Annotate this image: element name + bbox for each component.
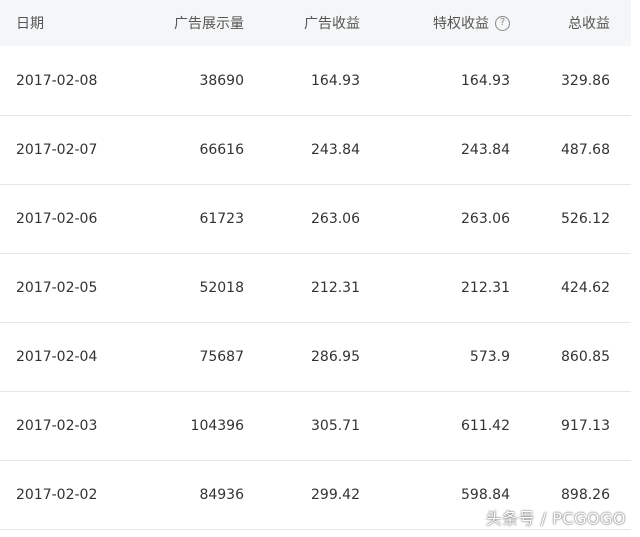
- cell-privilege-revenue: 611.42: [461, 418, 510, 434]
- cell-ad-revenue: 212.31: [311, 280, 360, 296]
- cell-ad-revenue: 243.84: [311, 142, 360, 158]
- table-row: 2017-02-03 104396 305.71 611.42 917.13: [0, 392, 631, 461]
- cell-ad-revenue: 305.71: [311, 418, 360, 434]
- cell-date: 2017-02-07: [16, 142, 98, 158]
- header-date[interactable]: 日期: [16, 0, 44, 46]
- cell-total-revenue: 329.86: [561, 73, 610, 89]
- question-circle-icon[interactable]: ?: [495, 15, 510, 31]
- header-total-revenue[interactable]: 总收益: [568, 0, 610, 46]
- revenue-table: 日期 广告展示量 广告收益 特权收益 ? 总收益 2017-02-08 3869…: [0, 0, 640, 537]
- cell-impressions: 66616: [199, 142, 244, 158]
- cell-total-revenue: 860.85: [561, 349, 610, 365]
- cell-impressions: 38690: [199, 73, 244, 89]
- cell-impressions: 75687: [199, 349, 244, 365]
- header-ad-revenue[interactable]: 广告收益: [304, 0, 360, 46]
- cell-total-revenue: 424.62: [561, 280, 610, 296]
- cell-privilege-revenue: 263.06: [461, 211, 510, 227]
- cell-date: 2017-02-06: [16, 211, 98, 227]
- table-row: 2017-02-08 38690 164.93 164.93 329.86: [0, 47, 631, 116]
- cell-ad-revenue: 164.93: [311, 73, 360, 89]
- cell-date: 2017-02-04: [16, 349, 98, 365]
- cell-ad-revenue: 263.06: [311, 211, 360, 227]
- watermark: 头条号 / PCGOGO: [485, 509, 626, 528]
- table-row: 2017-02-04 75687 286.95 573.9 860.85: [0, 323, 631, 392]
- table-row: 2017-02-05 52018 212.31 212.31 424.62: [0, 254, 631, 323]
- cell-date: 2017-02-08: [16, 73, 98, 89]
- cell-impressions: 61723: [199, 211, 244, 227]
- table-header: 日期 广告展示量 广告收益 特权收益 ? 总收益: [0, 0, 631, 46]
- cell-date: 2017-02-03: [16, 418, 98, 434]
- cell-ad-revenue: 299.42: [311, 487, 360, 503]
- cell-privilege-revenue: 212.31: [461, 280, 510, 296]
- header-privilege-revenue-label[interactable]: 特权收益: [433, 13, 489, 33]
- cell-privilege-revenue: 573.9: [469, 349, 510, 365]
- table-row: 2017-02-07 66616 243.84 243.84 487.68: [0, 116, 631, 185]
- cell-privilege-revenue: 164.93: [461, 73, 510, 89]
- cell-privilege-revenue: 243.84: [461, 142, 510, 158]
- header-privilege-revenue: 特权收益 ?: [433, 0, 510, 46]
- cell-ad-revenue: 286.95: [311, 349, 360, 365]
- table-row: 2017-02-06 61723 263.06 263.06 526.12: [0, 185, 631, 254]
- cell-date: 2017-02-02: [16, 487, 98, 503]
- cell-total-revenue: 487.68: [561, 142, 610, 158]
- cell-total-revenue: 526.12: [561, 211, 610, 227]
- cell-impressions: 84936: [199, 487, 244, 503]
- cell-total-revenue: 917.13: [561, 418, 610, 434]
- header-impressions[interactable]: 广告展示量: [174, 0, 244, 46]
- cell-date: 2017-02-05: [16, 280, 98, 296]
- cell-impressions: 52018: [199, 280, 244, 296]
- cell-impressions: 104396: [190, 418, 244, 434]
